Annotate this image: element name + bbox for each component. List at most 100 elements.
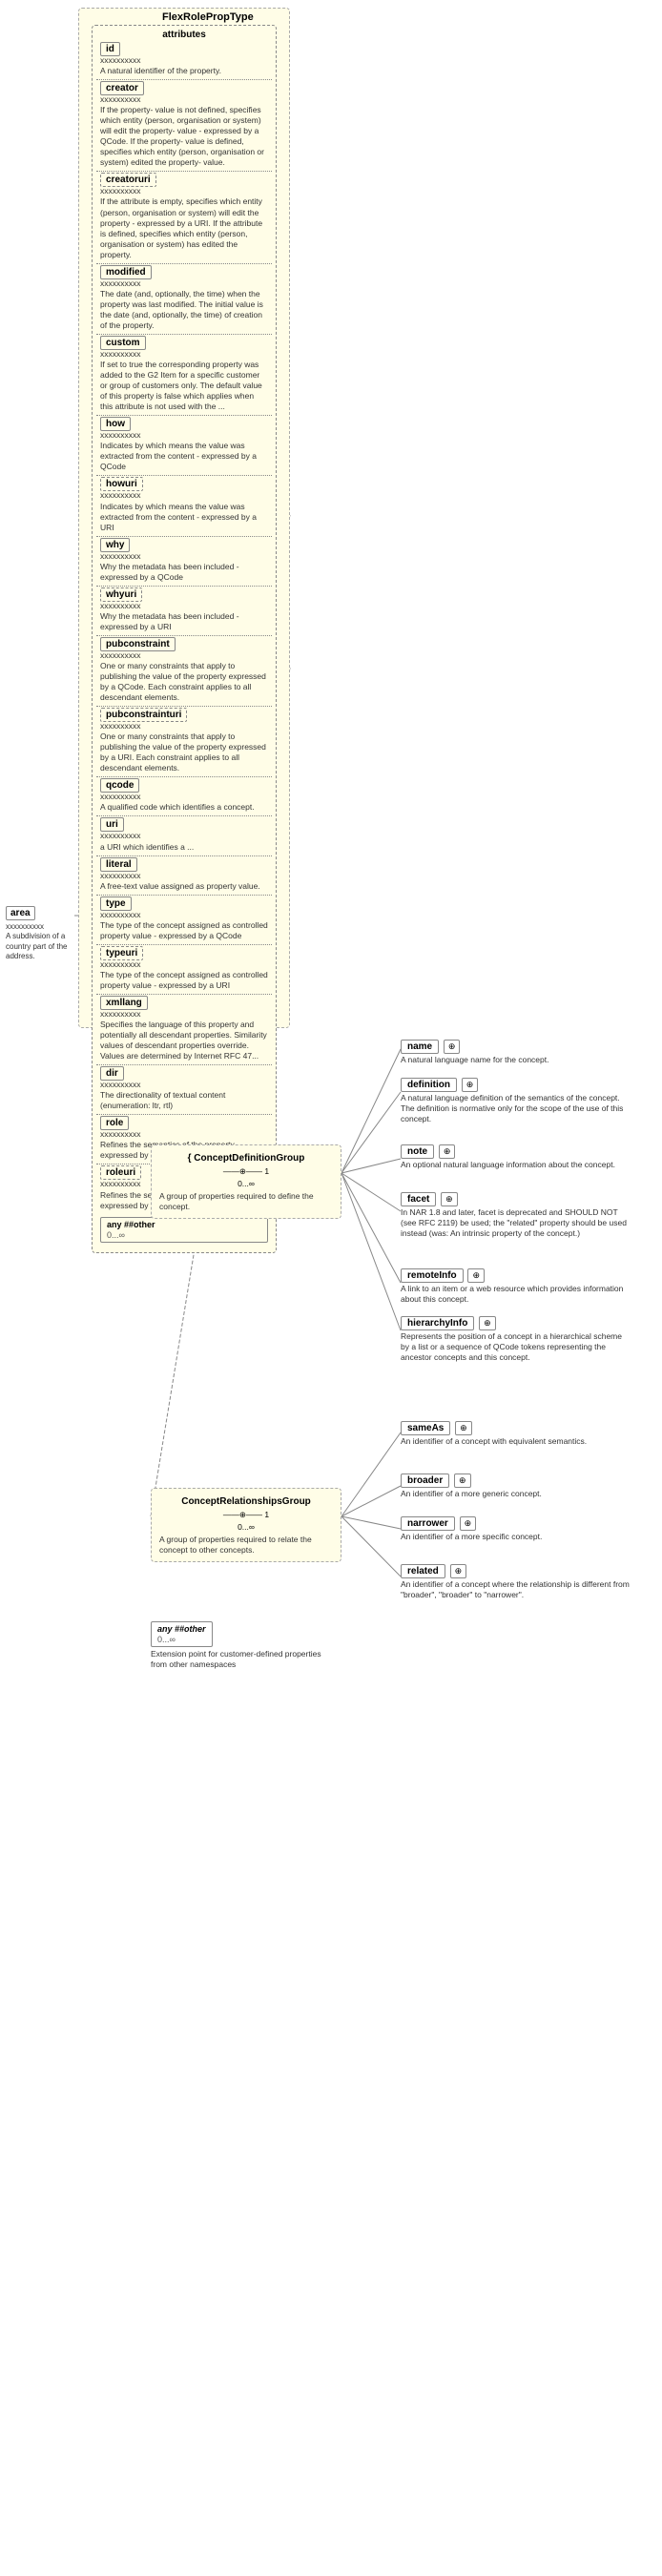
attr-literal-dotted: xxxxxxxxxx: [100, 871, 268, 881]
area-desc: A subdivision of a country part of the a…: [6, 932, 74, 961]
right-name-label: name: [401, 1040, 439, 1054]
divider: [96, 536, 272, 537]
attr-whyuri-desc: Why the metadata has been included - exp…: [100, 611, 268, 632]
attributes-label: attributes: [93, 30, 276, 40]
attr-qcode-desc: A qualified code which identifies a conc…: [100, 802, 268, 813]
area-dotted: xxxxxxxxxx: [6, 922, 74, 932]
concept-rel-title: ConceptRelationshipsGroup: [159, 1496, 333, 1507]
divider: [96, 79, 272, 80]
attr-howuri-desc: Indicates by which means the value was e…: [100, 502, 268, 533]
attr-pubconstrainturi-desc: One or many constraints that apply to pu…: [100, 732, 268, 773]
right-definition-desc: A natural language definition of the sem…: [401, 1093, 630, 1124]
attr-pubconstraint-desc: One or many constraints that apply to pu…: [100, 661, 268, 703]
area-element: area xxxxxxxxxx A subdivision of a count…: [6, 906, 74, 962]
right-remoteinfo-desc: A link to an item or a web resource whic…: [401, 1284, 630, 1305]
divider: [96, 895, 272, 896]
attr-how-desc: Indicates by which means the value was e…: [100, 441, 268, 472]
right-sameas-desc: An identifier of a concept with equivale…: [401, 1436, 630, 1447]
attr-xmllang-desc: Specifies the language of this property …: [100, 1020, 268, 1061]
attr-id-dotted: xxxxxxxxxx: [100, 55, 268, 66]
attr-typeuri-dotted: xxxxxxxxxx: [100, 959, 268, 970]
right-narrower-label: narrower: [401, 1516, 455, 1531]
right-narrower: narrower ⊕ An identifier of a more speci…: [401, 1516, 630, 1542]
attr-type: type xxxxxxxxxx The type of the concept …: [100, 898, 268, 941]
divider: [96, 776, 272, 777]
attr-how-name: how: [100, 417, 131, 431]
attr-xmllang-dotted: xxxxxxxxxx: [100, 1009, 268, 1020]
right-hierarchyinfo-desc: Represents the position of a concept in …: [401, 1331, 630, 1363]
right-related: related ⊕ An identifier of a concept whe…: [401, 1564, 630, 1600]
attr-pubconstrainturi-dotted: xxxxxxxxxx: [100, 721, 268, 732]
attr-why-desc: Why the metadata has been included - exp…: [100, 562, 268, 583]
right-broader-icon: ⊕: [454, 1473, 471, 1488]
attr-modified-dotted: xxxxxxxxxx: [100, 278, 268, 289]
right-hierarchyinfo: hierarchyInfo ⊕ Represents the position …: [401, 1316, 630, 1363]
right-hierarchyinfo-label: hierarchyInfo: [401, 1316, 474, 1330]
attr-dir-desc: The directionality of textual content (e…: [100, 1090, 268, 1111]
right-related-label: related: [401, 1564, 445, 1578]
attr-role-dotted: xxxxxxxxxx: [100, 1129, 268, 1140]
attr-roleuri-name: roleuri: [100, 1165, 141, 1180]
diagram-container: FlexRolePropType attributes id xxxxxxxxx…: [0, 0, 662, 2576]
divider: [96, 944, 272, 945]
right-facet: facet ⊕ In NAR 1.8 and later, facet is d…: [401, 1192, 630, 1239]
right-note: note ⊕ An optional natural language info…: [401, 1144, 630, 1170]
right-related-desc: An identifier of a concept where the rel…: [401, 1579, 630, 1600]
right-narrower-desc: An identifier of a more specific concept…: [401, 1532, 630, 1542]
attr-literal-desc: A free-text value assigned as property v…: [100, 881, 268, 892]
attr-custom: custom xxxxxxxxxx If set to true the cor…: [100, 338, 268, 412]
concept-rel-mult2: 0...∞: [159, 1522, 333, 1532]
attr-creator-dotted: xxxxxxxxxx: [100, 94, 268, 105]
attr-typeuri: typeuri xxxxxxxxxx The type of the conce…: [100, 948, 268, 991]
divider: [96, 415, 272, 416]
attr-typeuri-desc: The type of the concept assigned as cont…: [100, 970, 268, 991]
attr-custom-desc: If set to true the corresponding propert…: [100, 360, 268, 412]
attr-whyuri-name: whyuri: [100, 587, 142, 602]
attr-qcode: qcode xxxxxxxxxx A qualified code which …: [100, 780, 268, 813]
divider: [96, 263, 272, 264]
concept-def-mult: ——⊕—— 1: [159, 1166, 333, 1177]
attr-uri-desc: a URI which identifies a ...: [100, 842, 268, 853]
attr-creatoruri-desc: If the attribute is empty, specifies whi…: [100, 196, 268, 259]
right-note-label: note: [401, 1144, 434, 1159]
attr-dir-dotted: xxxxxxxxxx: [100, 1080, 268, 1090]
concept-def-desc: A group of properties required to define…: [159, 1191, 333, 1212]
attr-howuri-name: howuri: [100, 477, 143, 491]
divider: [96, 475, 272, 476]
divider: [96, 706, 272, 707]
attr-custom-dotted: xxxxxxxxxx: [100, 349, 268, 360]
attr-pubconstrainturi: pubconstrainturi xxxxxxxxxx One or many …: [100, 710, 268, 773]
divider: [96, 994, 272, 995]
attr-creatoruri-name: creatoruri: [100, 173, 156, 187]
right-broader: broader ⊕ An identifier of a more generi…: [401, 1473, 630, 1499]
divider: [96, 1114, 272, 1115]
right-definition: definition ⊕ A natural language definiti…: [401, 1078, 630, 1124]
attr-xmllang-name: xmllang: [100, 996, 148, 1010]
concept-def-mult2: 0...∞: [159, 1179, 333, 1188]
attr-creator-desc: If the property- value is not defined, s…: [100, 105, 268, 168]
attr-custom-name: custom: [100, 336, 146, 350]
attr-modified-name: modified: [100, 265, 152, 279]
attr-role-name: role: [100, 1116, 129, 1130]
divider: [96, 171, 272, 172]
attr-modified-desc: The date (and, optionally, the time) whe…: [100, 289, 268, 331]
right-sameas: sameAs ⊕ An identifier of a concept with…: [401, 1421, 630, 1447]
attr-modified: modified xxxxxxxxxx The date (and, optio…: [100, 267, 268, 331]
any-other-bottom-box: any ##other 0...∞: [151, 1621, 213, 1647]
right-definition-label: definition: [401, 1078, 457, 1092]
attr-pubconstraint-name: pubconstraint: [100, 637, 176, 651]
right-narrower-icon: ⊕: [460, 1516, 477, 1531]
right-related-icon: ⊕: [450, 1564, 467, 1578]
attr-how-dotted: xxxxxxxxxx: [100, 430, 268, 441]
right-broader-desc: An identifier of a more generic concept.: [401, 1489, 630, 1499]
right-remoteinfo: remoteInfo ⊕ A link to an item or a web …: [401, 1268, 630, 1305]
concept-def-title: { ConceptDefinitionGroup: [159, 1153, 333, 1164]
attr-creator-name: creator: [100, 81, 144, 95]
concept-rel-mult: ——⊕—— 1: [159, 1510, 333, 1520]
right-facet-desc: In NAR 1.8 and later, facet is deprecate…: [401, 1207, 630, 1239]
attr-typeuri-name: typeuri: [100, 946, 143, 960]
attr-qcode-dotted: xxxxxxxxxx: [100, 792, 268, 802]
attr-id-desc: A natural identifier of the property.: [100, 66, 268, 76]
attr-whyuri: whyuri xxxxxxxxxx Why the metadata has b…: [100, 589, 268, 632]
attr-uri: uri xxxxxxxxxx a URI which identifies a …: [100, 819, 268, 852]
